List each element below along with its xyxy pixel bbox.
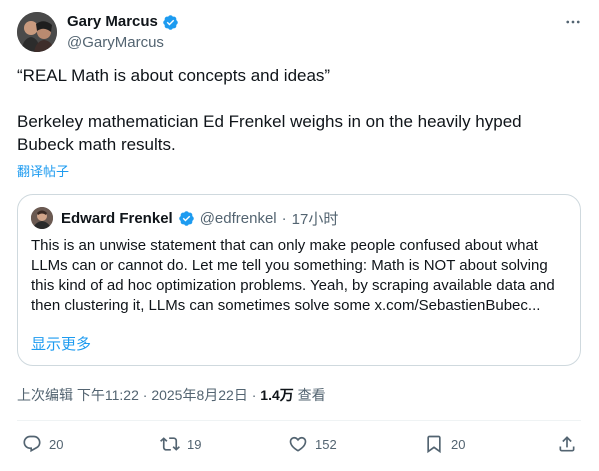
bookmark-icon <box>427 435 441 454</box>
tweet-meta: 上次编辑 下午11:22 · 2025年8月22日 · 1.4万 查看 <box>17 385 326 405</box>
reply-icon <box>23 435 41 453</box>
author-handle[interactable]: @GaryMarcus <box>67 33 164 53</box>
views-count: 1.4万 <box>260 387 294 403</box>
author-avatar[interactable] <box>17 12 57 52</box>
avatar-photo <box>17 12 57 52</box>
like-button[interactable]: 152 <box>288 434 337 454</box>
quoted-tweet-card[interactable]: Edward Frenkel @edfrenkel · 17小时 This is… <box>17 194 581 366</box>
quoted-author-name[interactable]: Edward Frenkel <box>61 210 173 227</box>
quoted-tweet-time[interactable]: 17小时 <box>292 208 339 229</box>
quoted-author-avatar[interactable] <box>31 207 53 229</box>
author-name-row[interactable]: Gary Marcus <box>67 12 179 32</box>
divider <box>17 420 581 421</box>
author-name[interactable]: Gary Marcus <box>67 12 158 32</box>
more-options-button[interactable] <box>563 12 583 32</box>
tweet-paragraph-2: Berkeley mathematician Ed Frenkel weighs… <box>17 112 527 154</box>
bookmark-count: 20 <box>451 436 466 452</box>
bookmark-button[interactable]: 20 <box>424 434 465 454</box>
repost-icon <box>160 437 180 451</box>
more-icon <box>566 20 580 24</box>
quoted-avatar-photo <box>31 207 53 229</box>
repost-count: 19 <box>187 436 202 452</box>
quoted-tweet-header: Edward Frenkel @edfrenkel · 17小时 <box>31 207 338 229</box>
tweet-paragraph-1: “REAL Math is about concepts and ideas” <box>17 66 331 85</box>
heart-icon <box>289 436 307 452</box>
quoted-author-handle: @edfrenkel <box>199 209 277 227</box>
edited-timestamp[interactable]: 上次编辑 下午11:22 · 2025年8月22日 · <box>17 387 260 403</box>
share-button[interactable] <box>557 434 577 454</box>
action-bar: 20 19 152 20 <box>0 434 599 458</box>
like-count: 152 <box>315 436 337 452</box>
verified-badge-icon <box>178 210 194 226</box>
show-more-link[interactable]: 显示更多 <box>31 335 91 355</box>
separator-dot: · <box>281 209 287 227</box>
translate-post-link[interactable]: 翻译帖子 <box>17 163 69 181</box>
reply-button[interactable]: 20 <box>22 434 63 454</box>
quoted-tweet-text: This is an unwise statement that can onl… <box>31 237 555 314</box>
verified-badge-icon <box>163 14 178 30</box>
tweet-text: “REAL Math is about concepts and ideas” … <box>17 64 577 156</box>
repost-button[interactable]: 19 <box>160 434 201 454</box>
views-label: 查看 <box>293 387 326 403</box>
share-icon <box>559 436 575 452</box>
reply-count: 20 <box>49 436 64 452</box>
